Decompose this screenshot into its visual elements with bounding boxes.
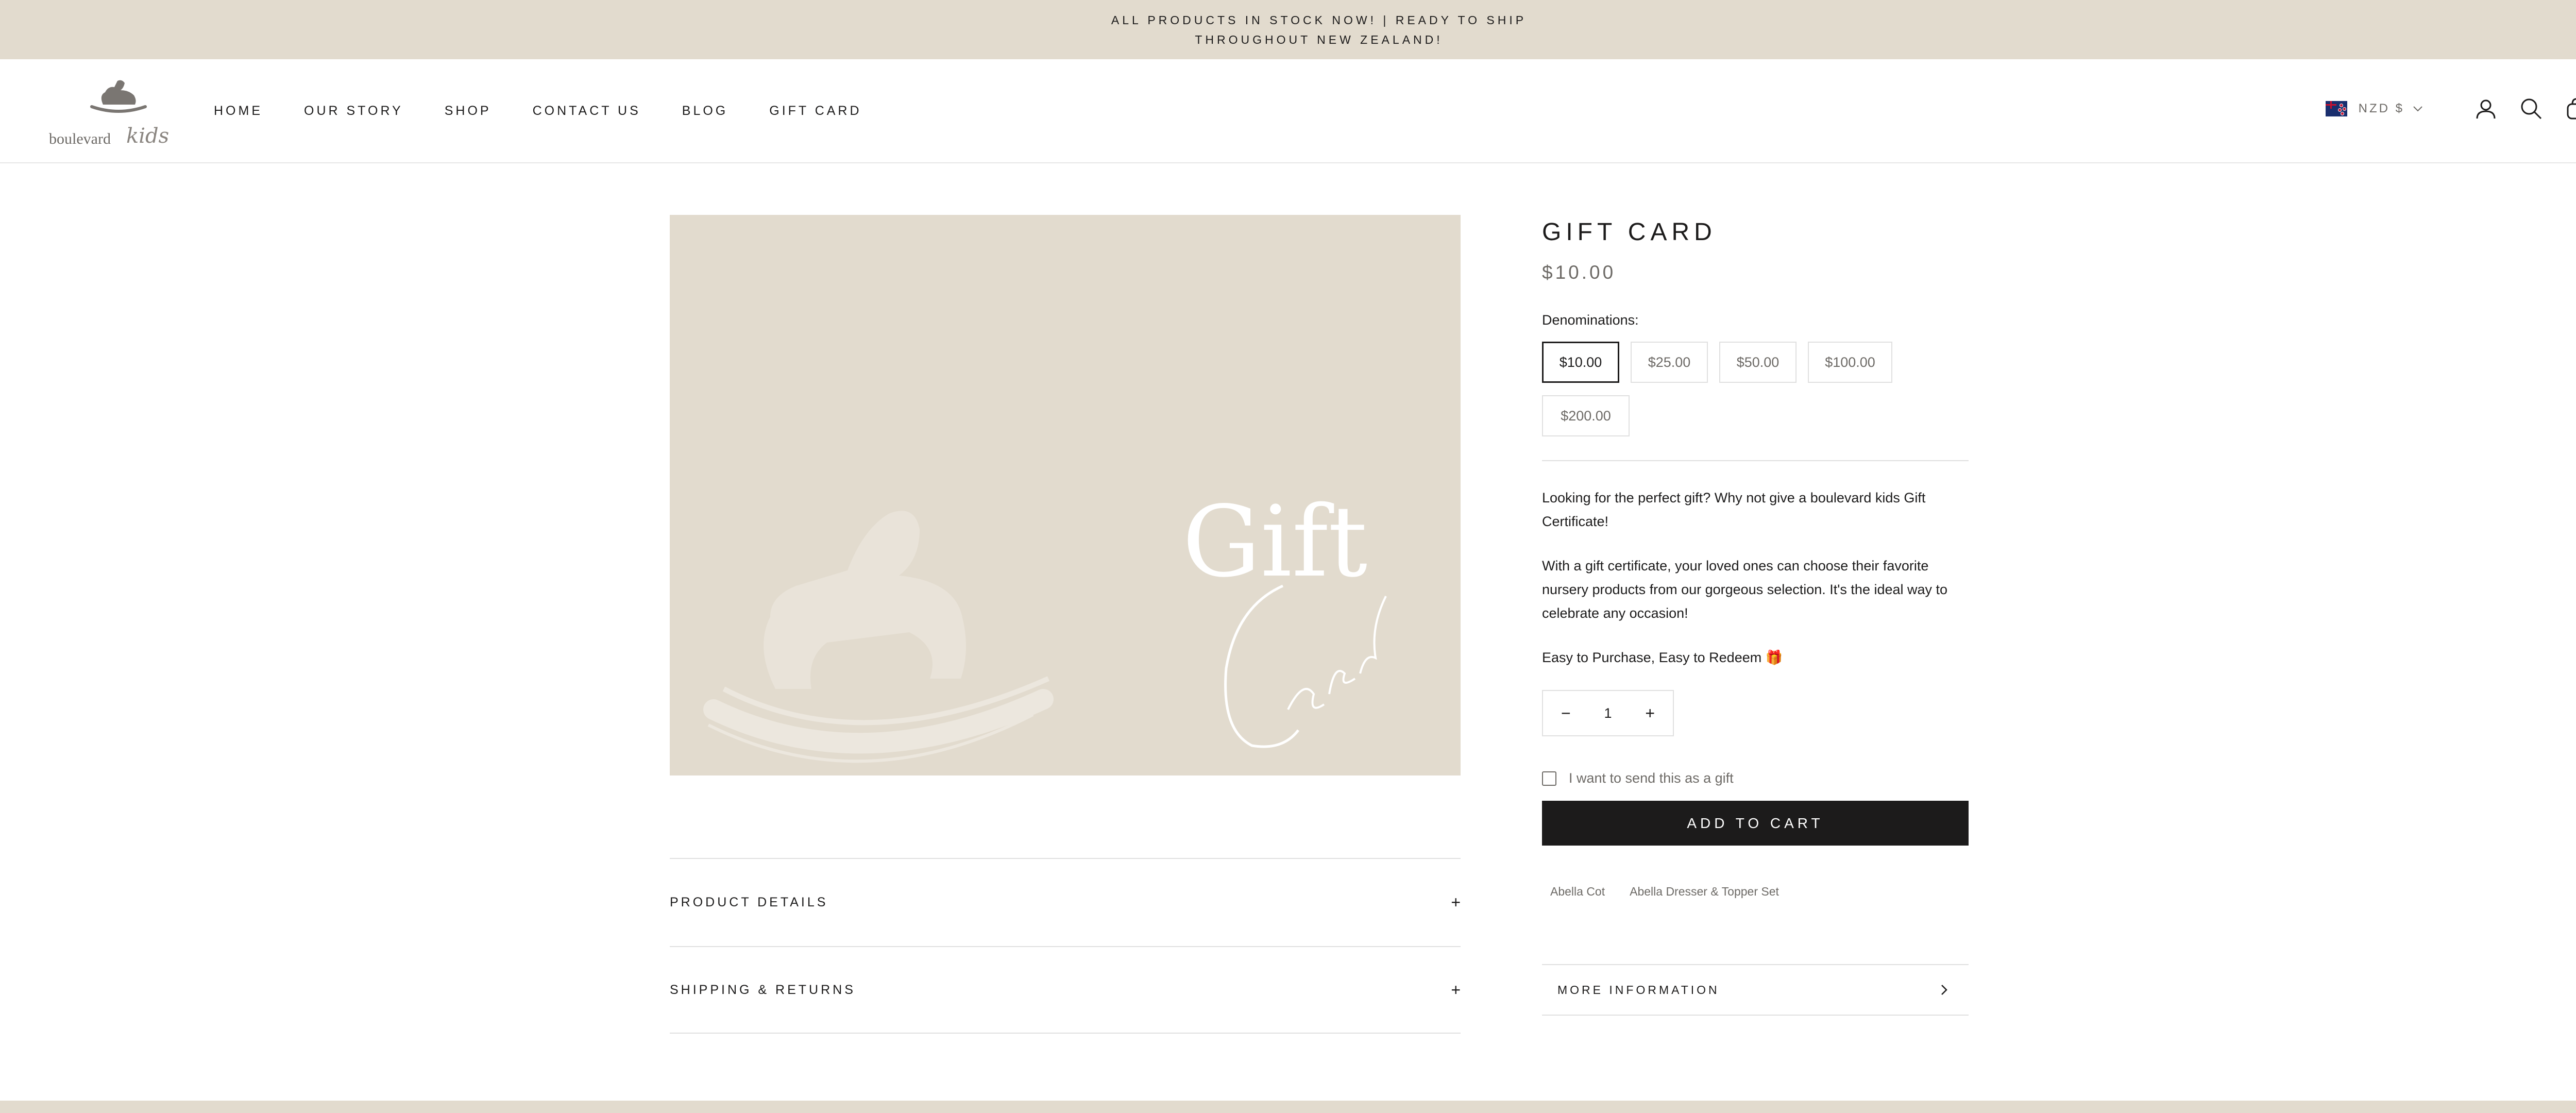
nz-flag-icon xyxy=(2325,101,2347,116)
product-description: Looking for the perfect gift? Why not gi… xyxy=(1542,486,1969,669)
denomination-option[interactable]: $10.00 xyxy=(1542,342,1619,383)
more-information-toggle[interactable]: MORE INFORMATION xyxy=(1542,964,1969,1016)
rocking-horse-logo-icon xyxy=(90,80,147,113)
quantity-value[interactable]: 1 xyxy=(1589,705,1628,721)
nav-our-story[interactable]: OUR STORY xyxy=(304,104,403,119)
logo[interactable]: boulevard kids xyxy=(49,75,175,152)
search-icon[interactable] xyxy=(2519,96,2544,121)
denomination-options: $10.00 $25.00 $50.00 $100.00 $200.00 xyxy=(1542,342,1969,449)
related-product-link[interactable]: Abella Cot xyxy=(1550,885,1605,899)
card-script-text xyxy=(1224,584,1387,748)
gift-option[interactable]: I want to send this as a gift xyxy=(1542,770,1969,786)
add-to-cart-button[interactable]: ADD TO CART xyxy=(1542,801,1969,846)
currency-selector[interactable]: NZD $ xyxy=(2325,101,2423,116)
accordion-label: PRODUCT DETAILS xyxy=(670,895,828,909)
description-paragraph: Easy to Purchase, Easy to Redeem 🎁 xyxy=(1542,650,1783,665)
plus-icon[interactable]: + xyxy=(1627,691,1673,735)
account-icon[interactable] xyxy=(2473,96,2498,121)
header-actions: NZD $ xyxy=(2325,96,2576,121)
denomination-option[interactable]: $50.00 xyxy=(1719,342,1797,383)
denomination-option[interactable]: $100.00 xyxy=(1808,342,1892,383)
rocking-horse-watermark xyxy=(703,511,1054,763)
footer-band xyxy=(0,1101,2576,1113)
nav-contact-us[interactable]: CONTACT US xyxy=(533,104,641,119)
product-price: $10.00 xyxy=(1542,262,1616,283)
plus-icon: + xyxy=(1451,892,1461,912)
product-info: GIFT CARD $10.00 Denominations: $10.00 $… xyxy=(1542,215,1969,899)
gift-checkbox[interactable] xyxy=(1542,771,1556,786)
announcement-bar: ALL PRODUCTS IN STOCK NOW! | READY TO SH… xyxy=(0,0,2576,59)
chevron-right-icon xyxy=(1941,985,1947,995)
currency-label: NZD $ xyxy=(2358,102,2404,115)
denominations-label: Denominations: xyxy=(1542,312,1639,328)
quantity-stepper: − 1 + xyxy=(1542,690,1674,736)
related-products: Abella Cot Abella Dresser & Topper Set xyxy=(1542,885,1969,899)
denomination-option[interactable]: $200.00 xyxy=(1542,395,1630,436)
logo-script: kids xyxy=(126,124,170,148)
accordion-product-details[interactable]: PRODUCT DETAILS + xyxy=(670,858,1461,946)
nav-blog[interactable]: BLOG xyxy=(682,104,728,119)
nav-gift-card[interactable]: GIFT CARD xyxy=(769,104,861,119)
plus-icon: + xyxy=(1451,980,1461,999)
product-image[interactable]: Gift xyxy=(670,215,1461,775)
main-nav: HOME OUR STORY SHOP CONTACT US BLOG GIFT… xyxy=(214,104,862,119)
announcement-text: ALL PRODUCTS IN STOCK NOW! | READY TO SH… xyxy=(1111,13,1527,46)
related-product-link[interactable]: Abella Dresser & Topper Set xyxy=(1630,885,1779,899)
description-paragraph: Looking for the perfect gift? Why not gi… xyxy=(1542,490,1926,529)
gift-checkbox-label: I want to send this as a gift xyxy=(1569,770,1734,786)
product-title: GIFT CARD xyxy=(1542,218,1717,246)
more-information-label: MORE INFORMATION xyxy=(1557,983,1720,997)
accordion-label: SHIPPING & RETURNS xyxy=(670,982,856,997)
minus-icon[interactable]: − xyxy=(1543,691,1589,735)
denomination-option[interactable]: $25.00 xyxy=(1631,342,1708,383)
site-header: boulevard kids HOME OUR STORY SHOP CONTA… xyxy=(0,59,2576,163)
nav-home[interactable]: HOME xyxy=(214,104,263,119)
divider xyxy=(1542,460,1969,461)
chevron-down-icon xyxy=(2413,106,2422,112)
accordion-shipping-returns[interactable]: SHIPPING & RETURNS + xyxy=(670,946,1461,1034)
nav-shop[interactable]: SHOP xyxy=(445,104,492,119)
cart-icon[interactable] xyxy=(2564,96,2576,121)
description-paragraph: With a gift certificate, your loved ones… xyxy=(1542,558,1948,621)
logo-text: boulevard xyxy=(49,130,111,147)
